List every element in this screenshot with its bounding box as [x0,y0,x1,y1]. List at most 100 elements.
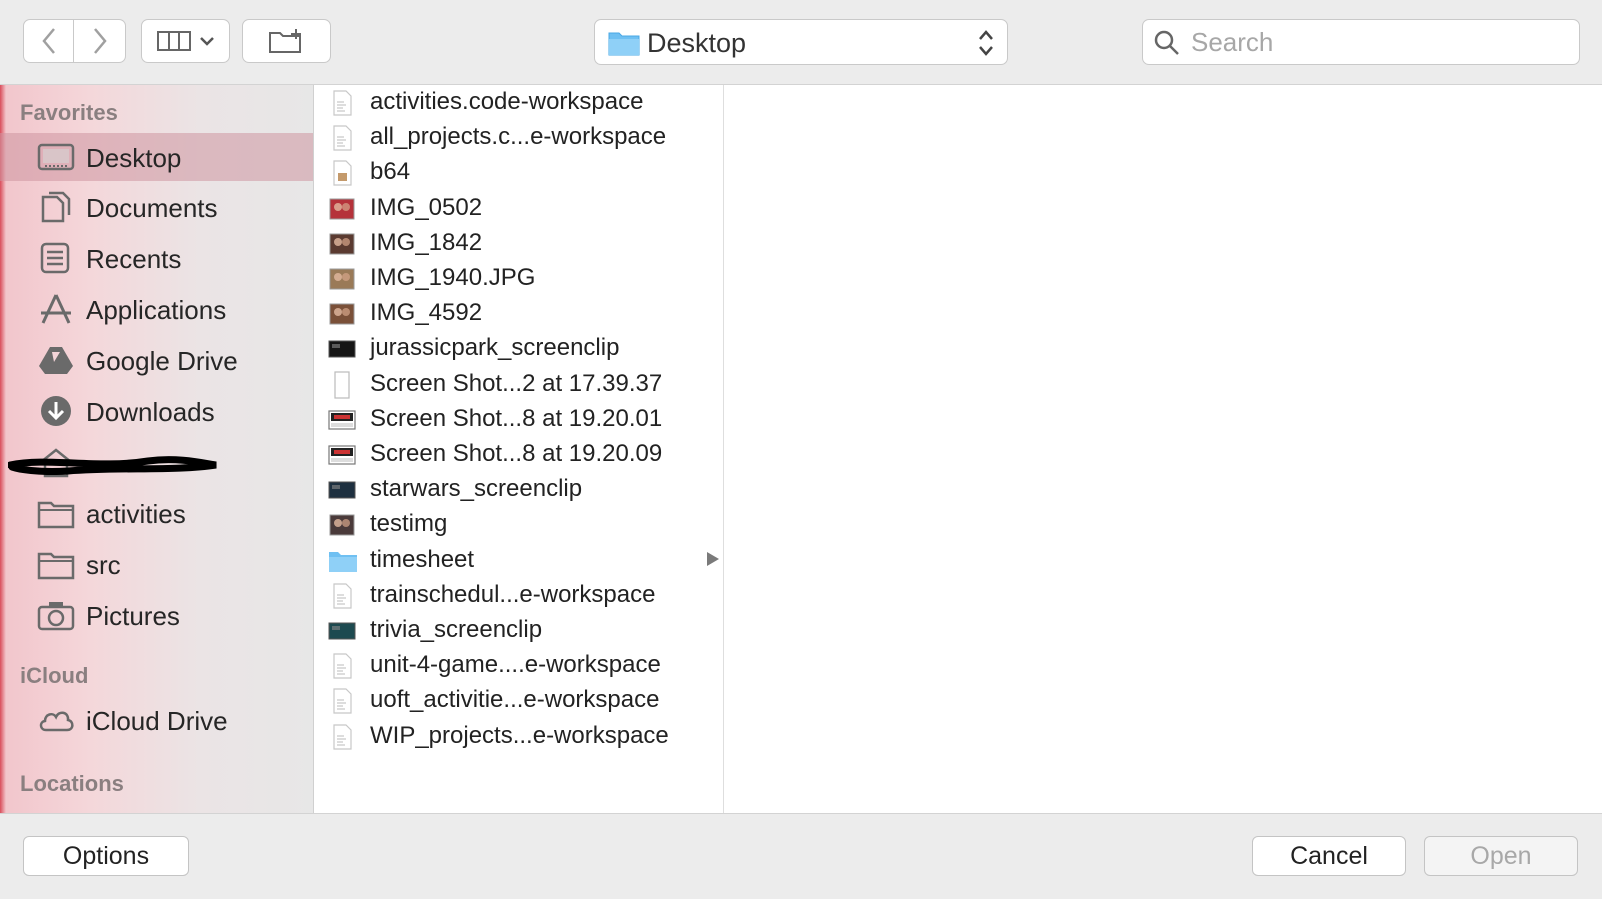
file-row[interactable]: unit-4-game....e-workspace [314,648,723,684]
document-image-icon [333,160,352,186]
file-name: IMG_4592 [370,299,483,327]
file-row[interactable]: trivia_screenclip [314,613,723,649]
sidebar-item-pictures[interactable]: Pictures [0,591,313,639]
file-name: all_projects.c...e-workspace [370,123,667,151]
sidebar-item-activities[interactable]: activities [0,489,313,537]
file-row[interactable]: uoft_activitie...e-workspace [314,683,723,719]
image-thumbnail-icon [329,268,355,290]
file-name: starwars_screenclip [370,475,583,503]
open-button[interactable]: Open [1424,836,1578,876]
file-row[interactable]: IMG_0502 [314,191,723,227]
recents-icon [40,242,70,274]
file-name: Screen Shot...2 at 17.39.37 [370,369,663,397]
view-mode-button[interactable] [141,19,230,63]
image-thumbnail-icon [329,198,355,220]
redaction-scribble [8,456,217,475]
image-thumbnail-icon [329,303,355,325]
sidebar-item-label: iCloud Drive [86,706,228,736]
file-row[interactable]: activities.code-workspace [314,85,723,121]
sidebar-section-locations: Locations [20,771,124,796]
chevron-down-icon [199,37,214,46]
sidebar-item-icloud-drive[interactable]: iCloud Drive [0,696,313,744]
sidebar-item-label: Applications [86,295,227,325]
file-row[interactable]: timesheet [314,543,723,579]
google-drive-icon [39,347,73,374]
cloud-icon [39,711,74,732]
up-down-arrows-icon [979,30,993,56]
document-icon [333,688,352,714]
camera-icon [37,602,75,631]
file-name: unit-4-game....e-workspace [370,651,661,679]
location-label: Desktop [647,28,747,58]
video-thumbnail-icon [328,340,356,358]
sidebar-item-applications[interactable]: Applications [0,285,313,333]
file-row[interactable]: b64 [314,155,723,191]
document-icon [333,723,352,750]
documents-icon [41,191,71,223]
file-row[interactable]: WIP_projects...e-workspace [314,719,723,755]
file-row[interactable]: IMG_1842 [314,226,723,262]
video-thumbnail-icon [328,481,356,499]
file-name: timesheet [370,545,475,573]
file-name: IMG_1940.JPG [370,264,536,291]
sidebar-item-src[interactable]: src [0,540,313,588]
sidebar-item-recents[interactable]: Recents [0,234,313,282]
file-name: Screen Shot...8 at 19.20.01 [370,404,663,432]
file-row[interactable]: all_projects.c...e-workspace [314,120,723,156]
file-row[interactable]: IMG_1940.JPG [314,261,723,297]
back-button[interactable] [23,19,74,63]
file-name: Screen Shot...8 at 19.20.09 [370,440,663,467]
file-name: trivia_screenclip [370,616,543,643]
applications-icon [41,294,71,324]
sidebar: Favorites Desktop Documents Recents Appl… [0,85,314,813]
file-row[interactable]: trainschedul...e-workspace [314,578,723,614]
search-field[interactable] [1142,19,1580,65]
location-popup[interactable]: Desktop [594,19,1008,65]
file-row[interactable]: Screen Shot...8 at 19.20.09 [314,437,723,473]
new-folder-icon [268,29,301,53]
image-thumbnail-icon [329,233,355,255]
search-input[interactable] [1189,26,1563,58]
folder-icon [37,552,75,580]
sidebar-item-downloads[interactable]: Downloads [0,387,313,435]
file-row[interactable]: jurassicpark_screenclip [314,331,723,367]
file-row[interactable]: Screen Shot...2 at 17.39.37 [314,367,723,403]
folder-icon [608,32,640,56]
screenshot-icon [328,410,356,430]
sidebar-section-icloud: iCloud [20,663,89,688]
sidebar-item-desktop[interactable]: Desktop [0,133,313,181]
sidebar-item-documents[interactable]: Documents [0,183,313,231]
chevron-left-icon [41,28,55,54]
document-icon [333,653,352,679]
sidebar-item-label: activities [86,499,186,529]
sidebar-item-label: Google Drive [86,346,238,376]
document-icon [333,583,352,609]
file-name: testimg [370,510,448,538]
screenshot-icon [334,370,350,399]
sidebar-item-google-drive[interactable]: Google Drive [0,336,313,384]
preview-column [724,85,1602,813]
open-file-dialog: Desktop Favorites Desktop Documents Rece… [0,0,1602,899]
new-folder-button[interactable] [242,19,331,63]
folder-icon [37,501,75,529]
video-thumbnail-icon [328,622,356,640]
bottom-bar: Options Cancel Open [0,813,1602,899]
chevron-right-icon [93,28,107,54]
options-button[interactable]: Options [23,836,189,876]
file-name: uoft_activitie...e-workspace [370,686,660,714]
sidebar-item-label: Pictures [86,601,180,631]
desktop-icon [37,143,75,171]
file-name: IMG_0502 [370,193,483,221]
forward-button[interactable] [74,19,126,63]
file-row[interactable]: IMG_4592 [314,296,723,332]
disclosure-arrow-icon [707,551,719,566]
file-name: WIP_projects...e-workspace [370,721,669,749]
file-row[interactable]: Screen Shot...8 at 19.20.01 [314,402,723,438]
image-thumbnail-icon [329,514,355,536]
file-row[interactable]: starwars_screenclip [314,472,723,508]
sidebar-item-label: Downloads [86,397,215,427]
file-name: activities.code-workspace [370,88,644,115]
sidebar-item-label: Documents [86,193,218,223]
cancel-button[interactable]: Cancel [1252,836,1406,876]
file-row[interactable]: testimg [314,507,723,543]
